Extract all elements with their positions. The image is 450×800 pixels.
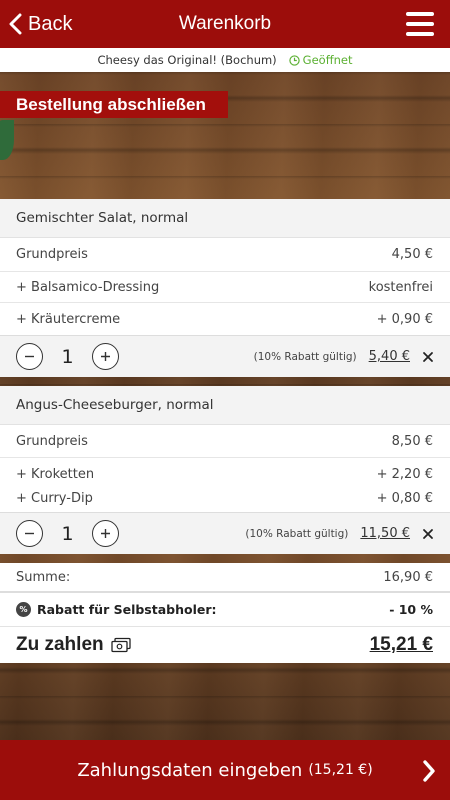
price-line-value: kostenfrei	[368, 279, 433, 295]
price-line-label: + Balsamico-Dressing	[16, 279, 160, 295]
cart-item: Gemischter Salat, normal Grundpreis 4,50…	[0, 199, 450, 377]
top-bar: Back Warenkorb	[0, 0, 450, 48]
back-label: Back	[28, 12, 73, 35]
hamburger-menu-icon[interactable]	[406, 12, 434, 36]
plus-icon	[101, 352, 110, 361]
shop-status: Geöffnet	[288, 53, 353, 67]
shop-status-label: Geöffnet	[302, 53, 353, 67]
discount-value: - 10 %	[389, 602, 433, 617]
chevron-right-icon	[423, 760, 435, 782]
minus-icon	[25, 355, 34, 358]
order-banner: Bestellung abschließen	[0, 91, 228, 118]
discount-label-wrap: % Rabatt für Selbstabholer:	[16, 602, 217, 617]
quantity-value: 1	[61, 522, 74, 545]
price-line-label: + Kräutercreme	[16, 311, 121, 327]
pay-label: Zu zahlen	[16, 634, 104, 655]
clock-icon	[288, 54, 300, 66]
price-line-value: 8,50 €	[391, 433, 433, 449]
item-total-link[interactable]: 11,50 €	[360, 526, 410, 541]
price-line-label: Grundpreis	[16, 433, 88, 449]
price-line: Grundpreis 4,50 €	[0, 238, 450, 272]
cta-label: Zahlungsdaten eingeben	[77, 759, 303, 781]
quantity-bar: 1 (10% Rabatt gültig) 11,50 €	[0, 512, 450, 554]
chevron-left-icon	[9, 13, 22, 35]
discount-note: (10% Rabatt gültig)	[245, 527, 349, 540]
discount-label: Rabatt für Selbstabholer:	[37, 602, 217, 617]
plus-icon	[101, 529, 110, 538]
discount-note: (10% Rabatt gültig)	[253, 350, 357, 363]
leaf-decoration	[0, 120, 14, 160]
increase-quantity-button[interactable]	[92, 343, 119, 370]
quantity-bar: 1 (10% Rabatt gültig) 5,40 €	[0, 335, 450, 377]
percent-icon: %	[16, 602, 31, 617]
pay-label-wrap: Zu zahlen	[16, 634, 132, 656]
price-line-value: + 0,90 €	[376, 311, 433, 327]
price-line: + Kräutercreme + 0,90 €	[0, 303, 450, 335]
price-line-value: 4,50 €	[391, 247, 433, 262]
money-icon	[110, 637, 131, 653]
cart-item-name: Gemischter Salat, normal	[0, 199, 450, 238]
close-icon[interactable]	[422, 351, 434, 363]
order-summary: Summe: 16,90 € % Rabatt für Selbstabhole…	[0, 563, 450, 663]
close-icon[interactable]	[422, 528, 434, 540]
sum-value: 16,90 €	[383, 569, 433, 585]
item-total-link[interactable]: 5,40 €	[369, 349, 410, 364]
price-line-value: + 0,80 €	[376, 490, 433, 506]
price-line-value: + 2,20 €	[376, 466, 433, 482]
pay-value: 15,21 €	[369, 634, 433, 655]
cta-amount: (15,21 €)	[308, 762, 373, 778]
price-line: Grundpreis 8,50 €	[0, 425, 450, 458]
sum-row: Summe: 16,90 €	[0, 563, 450, 593]
cart-item: Angus-Cheeseburger, normal Grundpreis 8,…	[0, 386, 450, 554]
price-line: + Kroketten + 2,20 €	[0, 458, 450, 484]
page-title: Warenkorb	[178, 13, 272, 34]
price-line-label: + Curry-Dip	[16, 490, 93, 506]
price-line: + Curry-Dip + 0,80 €	[0, 484, 450, 512]
increase-quantity-button[interactable]	[92, 520, 119, 547]
price-line-label: + Kroketten	[16, 466, 95, 482]
quantity-value: 1	[61, 345, 74, 368]
back-button[interactable]: Back	[8, 0, 72, 48]
discount-row: % Rabatt für Selbstabholer: - 10 %	[0, 593, 450, 627]
price-line: + Balsamico-Dressing kostenfrei	[0, 272, 450, 303]
enter-payment-button[interactable]: Zahlungsdaten eingeben (15,21 €)	[0, 740, 450, 800]
sum-label: Summe:	[16, 569, 71, 585]
shop-name: Cheesy das Original! (Bochum)	[97, 53, 277, 67]
cart-item-name: Angus-Cheeseburger, normal	[0, 386, 450, 425]
price-line-label: Grundpreis	[16, 247, 88, 262]
minus-icon	[25, 532, 34, 535]
shop-info-bar: Cheesy das Original! (Bochum) Geöffnet	[0, 48, 450, 72]
decrease-quantity-button[interactable]	[16, 343, 43, 370]
pay-row: Zu zahlen 15,21 €	[0, 627, 450, 663]
decrease-quantity-button[interactable]	[16, 520, 43, 547]
